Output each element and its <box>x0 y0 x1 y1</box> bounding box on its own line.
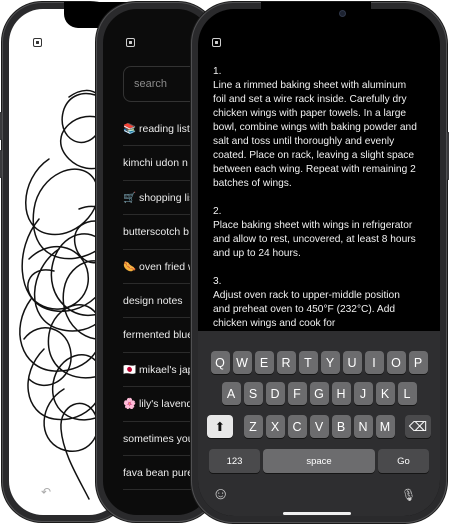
key-i[interactable]: I <box>364 351 384 374</box>
home-indicator <box>283 512 351 515</box>
numbers-key[interactable]: 123 <box>209 449 260 473</box>
key-r[interactable]: R <box>276 351 296 374</box>
phone-note-editor: 1. Line a rimmed baking sheet with alumi… <box>191 2 449 523</box>
key-o[interactable]: O <box>386 351 406 374</box>
keyboard-row-4: 123 space Go <box>198 449 440 473</box>
key-a[interactable]: A <box>221 382 241 405</box>
notch <box>261 2 371 26</box>
step-text: Line a rimmed baking sheet with aluminum… <box>213 80 417 189</box>
key-z[interactable]: Z <box>243 415 263 438</box>
go-key[interactable]: Go <box>378 449 429 473</box>
sidebar-toggle-icon[interactable] <box>33 38 42 47</box>
key-v[interactable]: V <box>309 415 329 438</box>
key-e[interactable]: E <box>254 351 274 374</box>
key-s[interactable]: S <box>243 382 263 405</box>
shift-key-icon[interactable]: ⬆ <box>207 415 233 438</box>
sidebar-toggle-icon[interactable] <box>212 38 221 47</box>
volume-up-button <box>0 112 2 140</box>
key-j[interactable]: J <box>353 382 373 405</box>
delete-key-icon[interactable]: ⌫ <box>405 415 431 438</box>
recipe-step: 3. Adjust oven rack to upper-middle posi… <box>213 275 418 331</box>
space-key[interactable]: space <box>263 449 375 473</box>
emoji-icon[interactable]: ☺ <box>212 484 229 504</box>
key-x[interactable]: X <box>265 415 285 438</box>
keyboard-row-2: A S D F G H J K L <box>198 382 440 405</box>
key-k[interactable]: K <box>375 382 395 405</box>
keyboard-row-3: ⬆ Z X C V B N M ⌫ <box>198 415 440 438</box>
key-t[interactable]: T <box>298 351 318 374</box>
note-text-area[interactable]: 1. Line a rimmed baking sheet with alumi… <box>213 65 418 345</box>
key-n[interactable]: N <box>353 415 373 438</box>
key-h[interactable]: H <box>331 382 351 405</box>
key-g[interactable]: G <box>309 382 329 405</box>
keyboard-row-1: Q W E R T Y U I O P <box>198 351 440 374</box>
recipe-step: 2. Place baking sheet with wings in refr… <box>213 205 418 261</box>
key-b[interactable]: B <box>331 415 351 438</box>
key-f[interactable]: F <box>287 382 307 405</box>
on-screen-keyboard: Q W E R T Y U I O P A S D F G H J K L ⬆ … <box>198 331 440 516</box>
camera-icon <box>339 10 346 17</box>
step-number: 2. <box>213 206 222 217</box>
key-y[interactable]: Y <box>320 351 340 374</box>
recipe-step: 1. Line a rimmed baking sheet with alumi… <box>213 65 418 191</box>
note-editor-screen: 1. Line a rimmed baking sheet with alumi… <box>198 9 440 516</box>
key-p[interactable]: P <box>408 351 428 374</box>
sidebar-toggle-icon[interactable] <box>126 38 135 47</box>
key-l[interactable]: L <box>397 382 417 405</box>
key-w[interactable]: W <box>232 351 252 374</box>
step-number: 1. <box>213 66 222 77</box>
undo-icon[interactable]: ↶ <box>41 485 51 499</box>
step-text: Place baking sheet with wings in refrige… <box>213 220 416 259</box>
volume-down-button <box>0 150 2 178</box>
step-number: 3. <box>213 276 222 287</box>
microphone-icon[interactable]: 🎙 <box>401 488 416 502</box>
key-c[interactable]: C <box>287 415 307 438</box>
key-m[interactable]: M <box>375 415 395 438</box>
key-d[interactable]: D <box>265 382 285 405</box>
key-q[interactable]: Q <box>210 351 230 374</box>
step-text: Adjust oven rack to upper-middle positio… <box>213 290 400 329</box>
key-u[interactable]: U <box>342 351 362 374</box>
